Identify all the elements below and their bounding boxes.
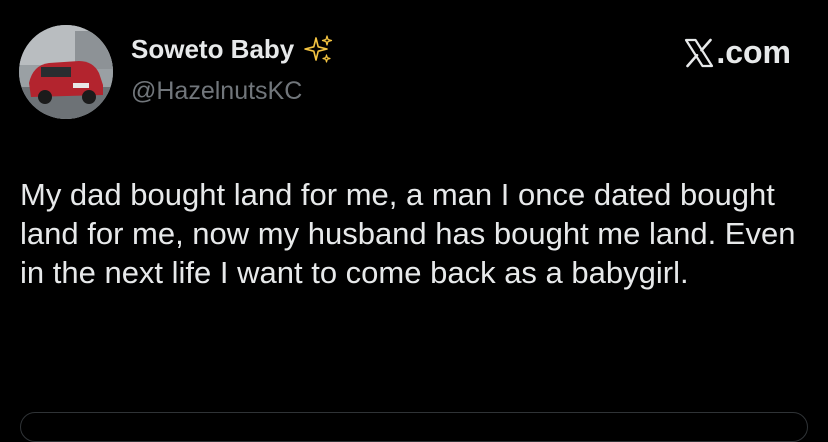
x-logo-icon	[685, 38, 714, 67]
author-display-name[interactable]: Soweto Baby	[131, 34, 333, 65]
brand-watermark: .com	[683, 34, 791, 71]
sparkles-icon	[304, 34, 333, 63]
link-card-edge[interactable]	[20, 412, 808, 442]
author-handle[interactable]: @HazelnutsKC	[131, 77, 302, 106]
avatar-image	[19, 25, 113, 119]
author-name-text: Soweto Baby	[131, 34, 295, 64]
tweet-text: My dad bought land for me, a man I once …	[20, 177, 796, 290]
brand-label: .com	[716, 34, 791, 70]
avatar[interactable]	[19, 25, 113, 119]
tweet-container: Soweto Baby @HazelnutsKC .com My dad bou…	[0, 0, 828, 442]
